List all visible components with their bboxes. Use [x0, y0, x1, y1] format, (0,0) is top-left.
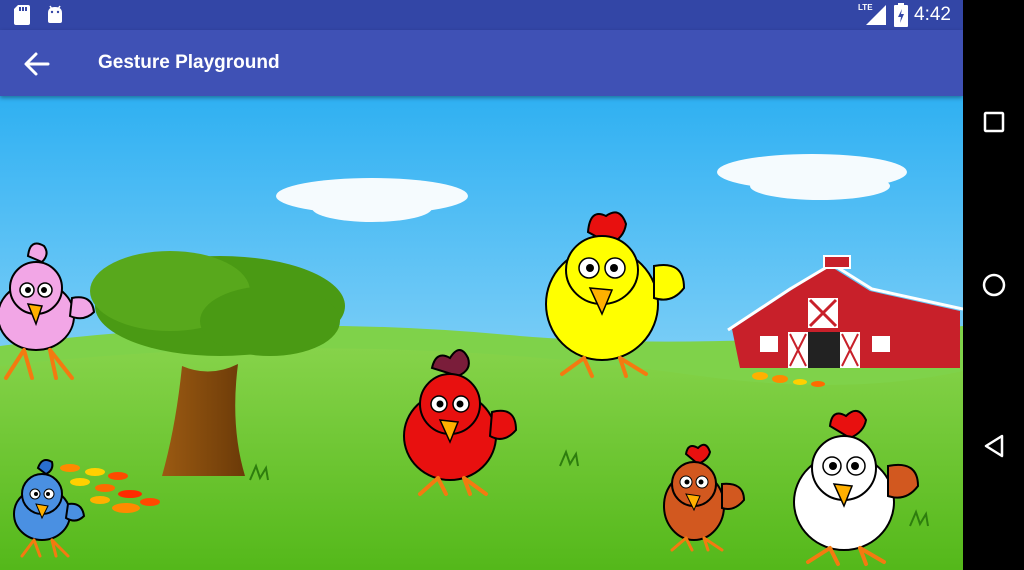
recents-square-icon[interactable] — [980, 108, 1008, 136]
network-type-label: LTE — [858, 3, 873, 12]
page-title: Gesture Playground — [98, 52, 280, 73]
app-bar: Gesture Playground — [0, 30, 963, 96]
android-icon — [48, 5, 62, 23]
back-triangle-icon[interactable] — [980, 432, 1008, 460]
status-bar: LTE 4:42 — [0, 0, 963, 30]
scene-canvas — [0, 96, 963, 570]
arrow-back-icon[interactable] — [22, 50, 50, 78]
lte-signal-icon: LTE — [858, 3, 888, 27]
sd-card-icon — [14, 5, 30, 25]
navigation-bar — [963, 0, 1024, 570]
battery-charging-icon — [894, 3, 909, 27]
home-circle-icon[interactable] — [980, 271, 1008, 299]
playground-scene[interactable] — [0, 96, 963, 570]
clock: 4:42 — [914, 4, 951, 25]
